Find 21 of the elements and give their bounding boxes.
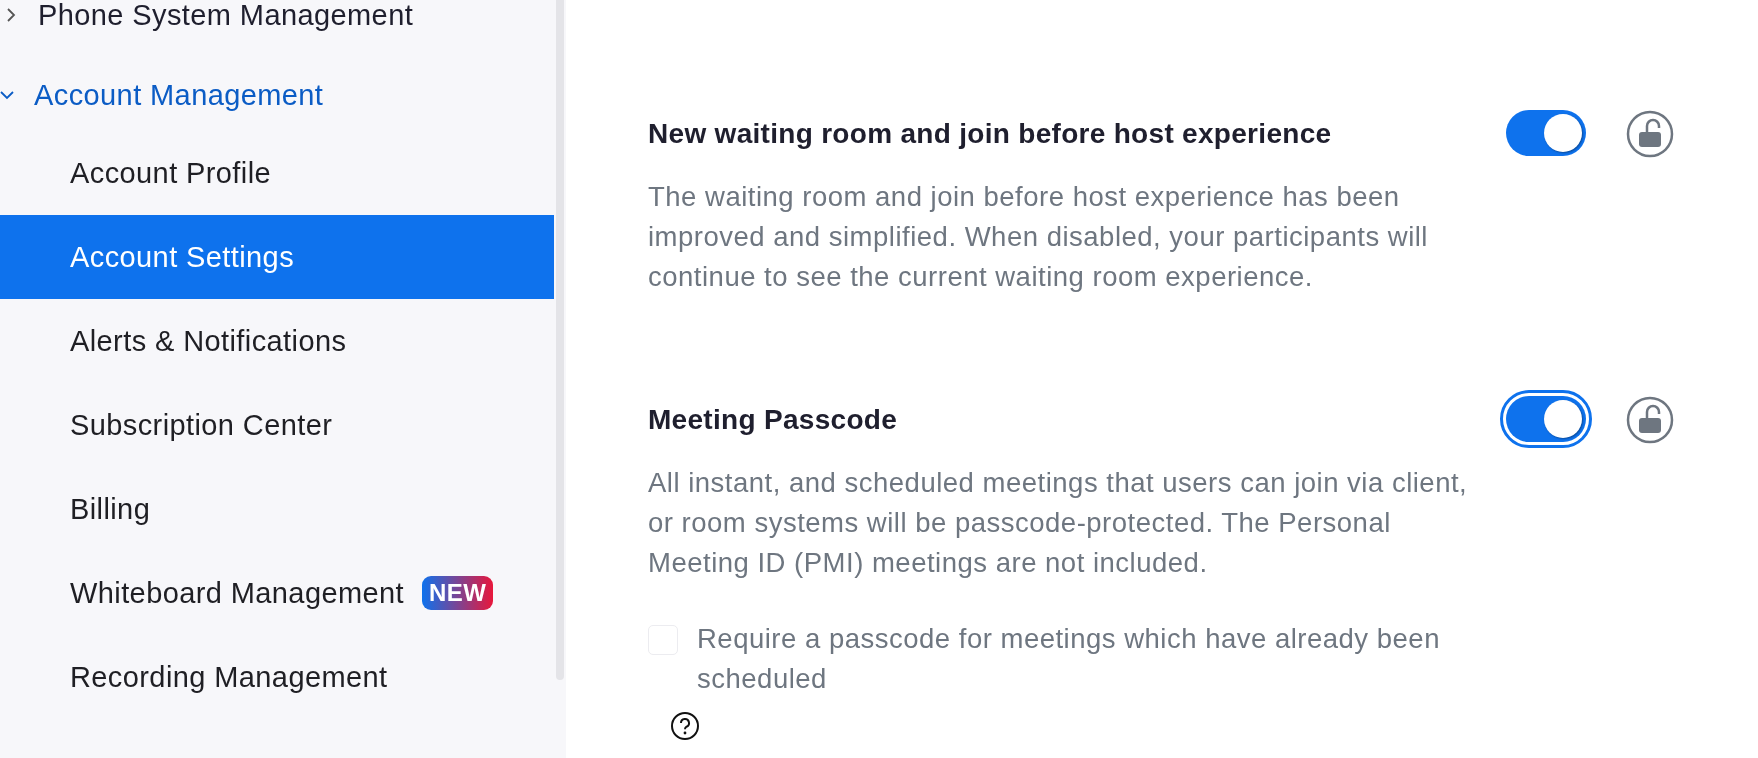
caret-icon bbox=[4, 8, 18, 22]
unlocked-icon[interactable] bbox=[1626, 396, 1674, 444]
setting-title: New waiting room and join before host experience bbox=[648, 117, 1333, 151]
new-badge: NEW bbox=[422, 576, 494, 610]
caret-icon bbox=[0, 88, 14, 102]
help-icon[interactable] bbox=[670, 711, 700, 741]
setting-description: The waiting room and join before host experience has been improved and simplified. When disabled, your participants will continue to see the current waiting room experience. bbox=[648, 180, 1429, 294]
checkbox-label: Require a passcode for meetings which have already been scheduled bbox=[697, 622, 1441, 696]
setting-description: All instant, and scheduled meetings that users can join via client, or room systems will be passcode-protected. The Personal Meeting ID (PMI) meetings are not included. bbox=[648, 466, 1469, 580]
sidebar-group-label: Phone System Management bbox=[38, 0, 414, 32]
sidebar-item[interactable]: Account Settings bbox=[0, 215, 554, 299]
sidebar-group[interactable]: Phone System Management bbox=[0, 0, 554, 55]
unlocked-icon[interactable] bbox=[1626, 110, 1674, 158]
sidebar-item[interactable]: Billing bbox=[0, 467, 554, 551]
sidebar-item[interactable]: Recording Management bbox=[0, 635, 554, 719]
sidebar-item[interactable]: Whiteboard Management NEW bbox=[0, 551, 554, 635]
sidebar-group-label: Account Management bbox=[34, 78, 324, 112]
sidebar-item[interactable]: Alerts & Notifications bbox=[0, 299, 554, 383]
setting-title: Meeting Passcode bbox=[648, 403, 899, 437]
sidebar-item[interactable]: Subscription Center bbox=[0, 383, 554, 467]
toggle-switch[interactable] bbox=[1500, 390, 1592, 448]
